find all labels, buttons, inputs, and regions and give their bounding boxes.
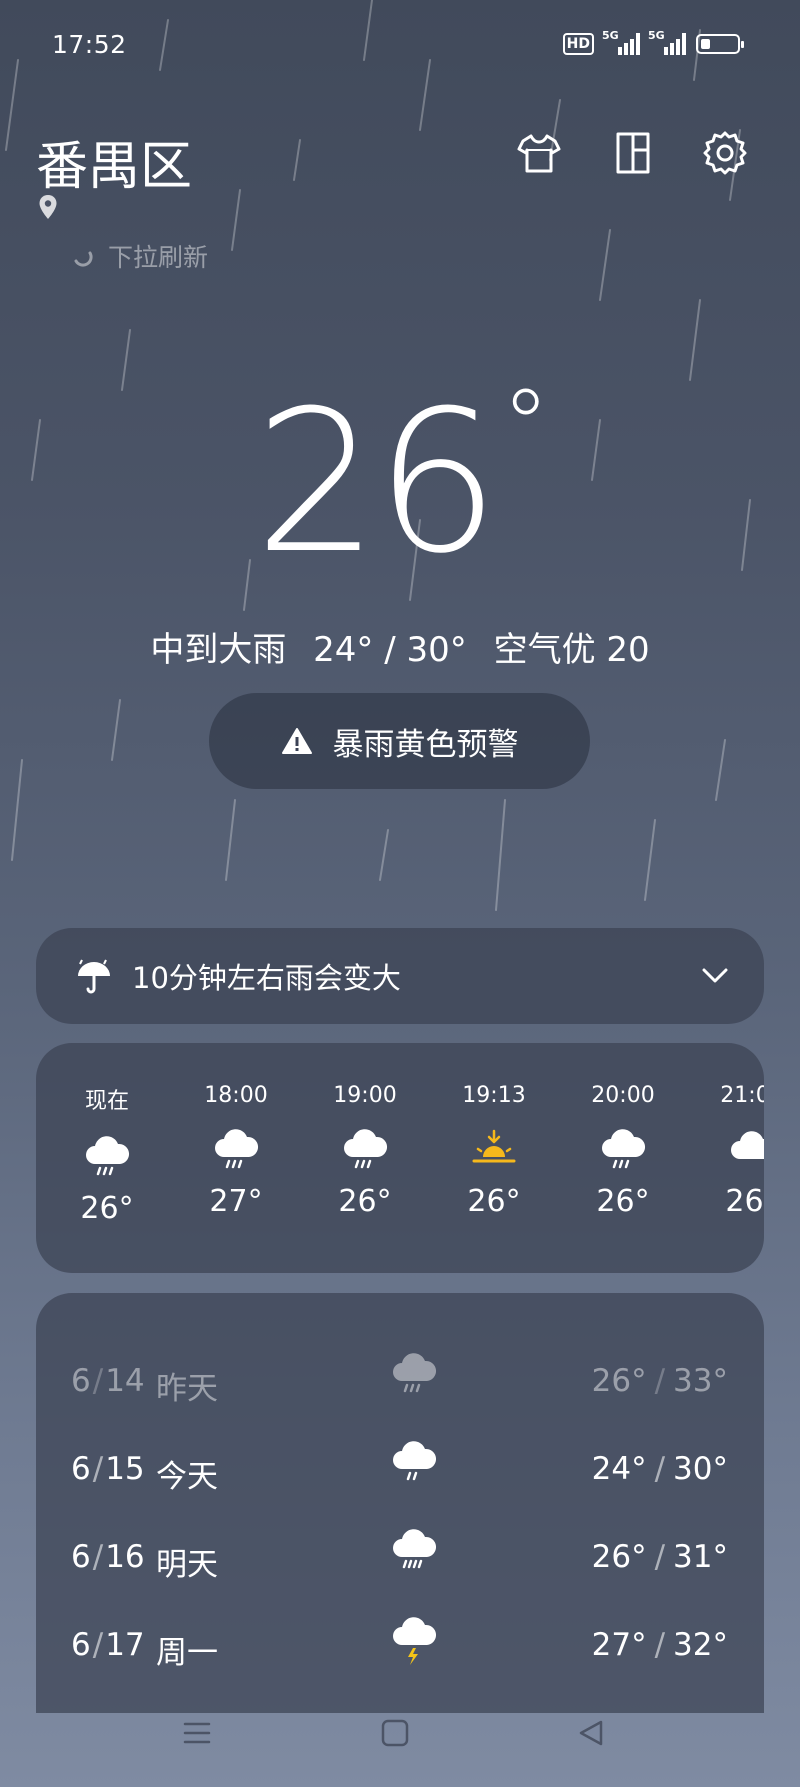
hour-time: 20:00 [591, 1083, 655, 1108]
daily-day-label: 昨天 [156, 1371, 218, 1407]
daily-row[interactable]: 6/15 今天 24°/30° [36, 1435, 764, 1505]
warning-triangle-icon [281, 728, 312, 754]
rain-cloud-icon [393, 1353, 437, 1393]
refresh-hint-text: 下拉刷新 [108, 243, 209, 272]
sim2-network-label: 5G [648, 29, 665, 42]
sunset-icon [472, 1129, 516, 1163]
daily-temp-range: 24°/30° [591, 1451, 728, 1487]
home-nav-icon[interactable] [380, 1718, 410, 1748]
cloud-icon [731, 1131, 764, 1159]
forecast-report-icon[interactable] [610, 130, 656, 176]
rain-cloud-icon [215, 1129, 259, 1169]
degree-symbol: ° [501, 369, 550, 481]
hour-item[interactable]: 19:00 26° [310, 1083, 420, 1219]
pull-refresh-hint: 下拉刷新 [72, 238, 208, 274]
daily-date: 6/14 [71, 1363, 145, 1399]
daily-row[interactable]: 6/17 周一 27°/32° [36, 1611, 764, 1681]
battery-icon [696, 34, 744, 54]
weather-summary: 中到大雨 24° / 30° 空气优 20 [0, 622, 800, 671]
status-time: 17:52 [52, 30, 127, 59]
hour-temp: 26° [725, 1184, 764, 1219]
rain-cloud-icon [393, 1441, 437, 1481]
hourly-forecast-card[interactable]: 现在 26° 18:00 27° 19:00 26° 19:13 26° 20:… [36, 1043, 764, 1273]
menu-nav-icon[interactable] [182, 1718, 212, 1748]
alert-label: 暴雨黄色预警 [332, 726, 519, 763]
hour-temp: 26° [596, 1184, 650, 1219]
hour-time: 18:00 [204, 1083, 268, 1108]
hour-item[interactable]: 21:00 26° [697, 1083, 764, 1219]
daily-temp-range: 26°/33° [591, 1363, 728, 1399]
temp-range-text: 24° / 30° [313, 630, 467, 670]
hour-temp: 26° [80, 1191, 134, 1226]
chevron-down-icon[interactable] [702, 968, 728, 984]
system-navigation-bar [0, 1690, 800, 1787]
daily-day-label: 明天 [156, 1547, 218, 1583]
rain-cloud-icon [86, 1136, 130, 1176]
city-name[interactable]: 番禺区 [36, 124, 192, 199]
daily-temp-range: 27°/32° [591, 1627, 728, 1663]
hour-temp: 26° [338, 1184, 392, 1219]
daily-forecast-card[interactable]: 6/14 昨天 26°/33° 6/15 今天 24°/30° 6/16 明天 … [36, 1293, 764, 1713]
daily-day-label: 今天 [156, 1459, 218, 1495]
signal-sim1-icon: 5G [602, 29, 640, 55]
current-temperature: 26° [0, 377, 800, 581]
signal-sim2-icon: 5G [648, 29, 686, 55]
heavy-rain-cloud-icon [393, 1529, 437, 1569]
hour-item[interactable]: 20:00 26° [568, 1083, 678, 1219]
hour-temp: 26° [467, 1184, 521, 1219]
back-nav-icon[interactable] [576, 1718, 606, 1748]
nowcast-text: 10分钟左右雨会变大 [132, 961, 401, 995]
sim1-network-label: 5G [602, 29, 619, 42]
hour-item-sunset[interactable]: 19:13 26° [439, 1083, 549, 1219]
weather-alert-button[interactable]: 暴雨黄色预警 [209, 693, 590, 789]
clothing-index-icon[interactable] [516, 130, 562, 176]
precipitation-nowcast-bar[interactable]: 10分钟左右雨会变大 [36, 928, 764, 1024]
location-pin-icon [39, 195, 57, 219]
hd-voice-badge: HD [562, 33, 594, 55]
hour-time: 19:13 [462, 1083, 526, 1108]
temperature-value: 26 [254, 369, 499, 597]
air-quality-text[interactable]: 空气优 20 [494, 630, 650, 670]
settings-gear-icon[interactable] [702, 130, 748, 176]
hour-item[interactable]: 现在 26° [52, 1083, 162, 1226]
hour-time: 21:00 [720, 1083, 764, 1108]
refresh-spinner-icon [74, 251, 93, 267]
rain-cloud-icon [344, 1129, 388, 1169]
daily-row[interactable]: 6/16 明天 26°/31° [36, 1523, 764, 1593]
daily-date: 6/16 [71, 1539, 145, 1575]
condition-text: 中到大雨 [150, 630, 287, 670]
thunderstorm-cloud-icon [393, 1617, 437, 1665]
umbrella-rain-icon [78, 959, 110, 994]
hour-temp: 27° [209, 1184, 263, 1219]
rain-cloud-icon [602, 1129, 646, 1169]
status-icons: HD 5G 5G [562, 29, 744, 55]
hour-time: 现在 [84, 1089, 129, 1114]
daily-temp-range: 26°/31° [591, 1539, 728, 1575]
daily-date: 6/17 [71, 1627, 145, 1663]
daily-date: 6/15 [71, 1451, 145, 1487]
daily-row[interactable]: 6/14 昨天 26°/33° [36, 1347, 764, 1417]
hour-time: 19:00 [333, 1083, 397, 1108]
daily-day-label: 周一 [156, 1635, 218, 1671]
hour-item[interactable]: 18:00 27° [181, 1083, 291, 1219]
